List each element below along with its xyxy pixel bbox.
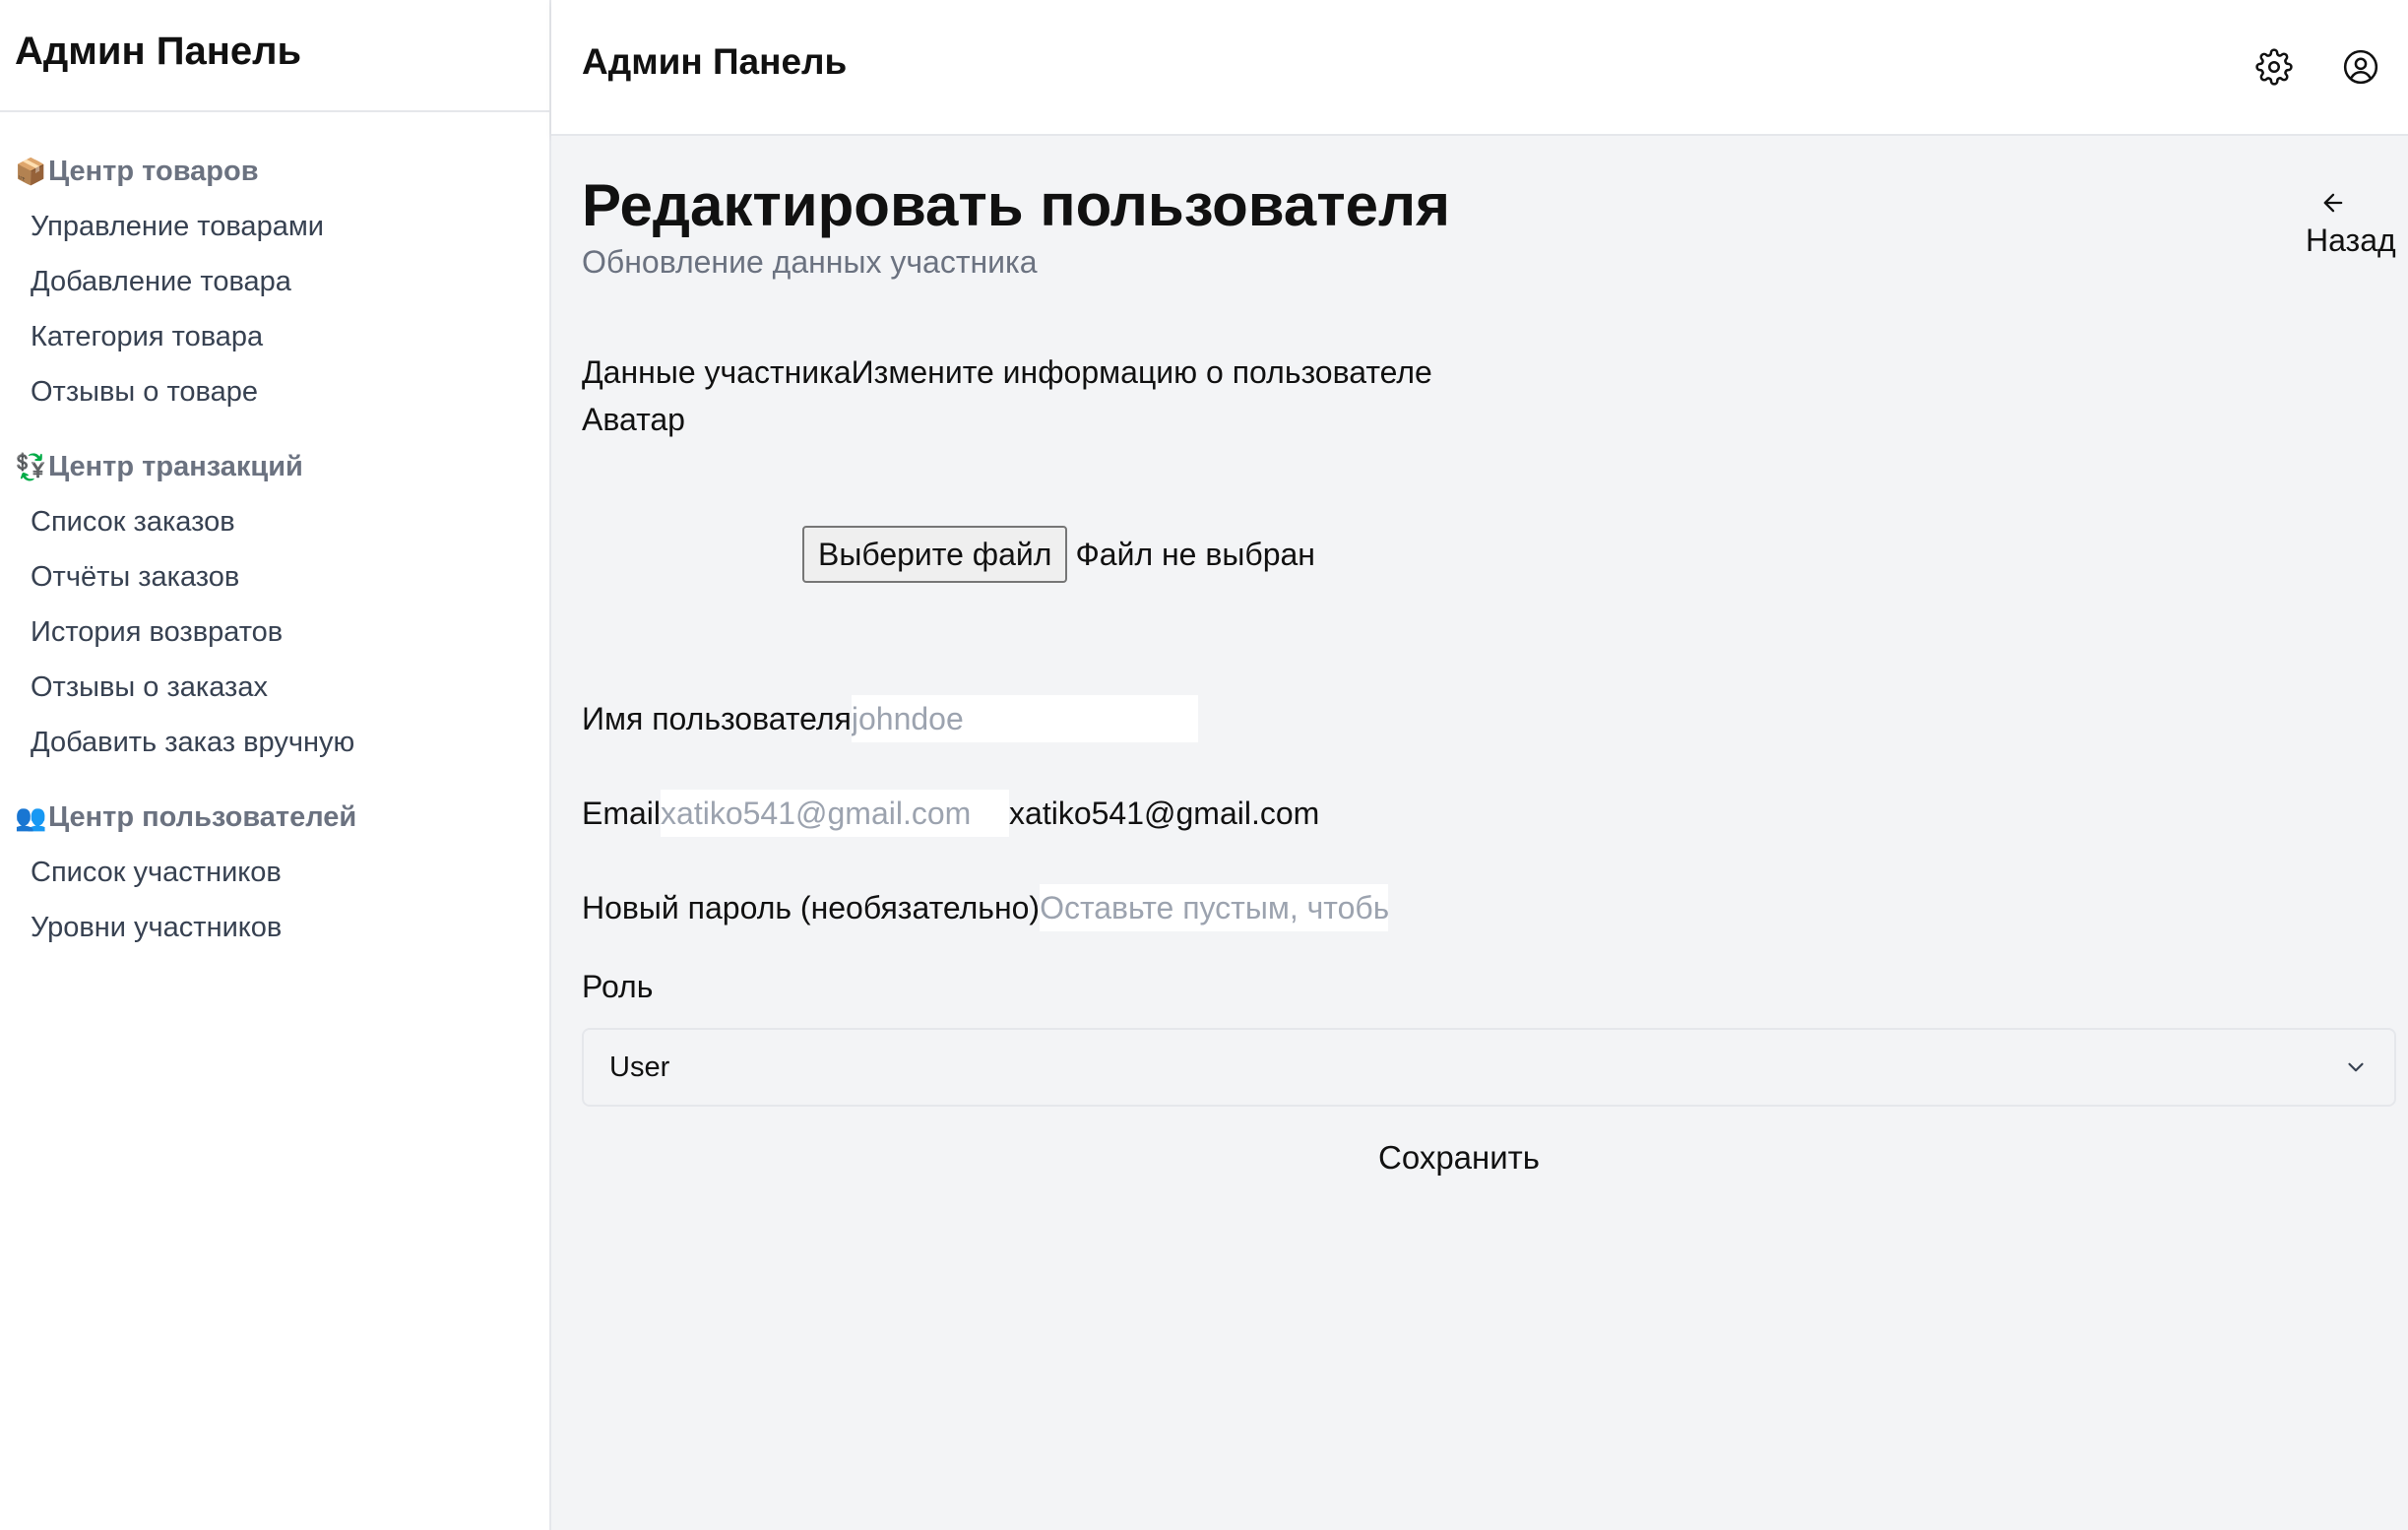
sidebar-item-order-reviews[interactable]: Отзывы о заказах xyxy=(0,660,549,715)
role-selected-value: User xyxy=(609,1051,670,1083)
sidebar-item-order-reports[interactable]: Отчёты заказов xyxy=(0,549,549,605)
role-select[interactable]: User xyxy=(582,1028,2396,1107)
nav-group-header-transactions: 💱 Центр транзакций xyxy=(0,439,549,494)
nav-group-label: Центр товаров xyxy=(48,155,259,187)
top-header: Админ Панель xyxy=(551,0,2408,136)
sidebar-title: Админ Панель xyxy=(15,30,302,73)
password-input[interactable] xyxy=(1040,884,1389,931)
sidebar-item-add-product[interactable]: Добавление товара xyxy=(0,254,549,309)
form-section-header: Данные участникаИзмените информацию о по… xyxy=(582,354,1432,391)
nav-group-label: Центр транзакций xyxy=(48,450,303,482)
section-title: Данные участника xyxy=(582,354,852,390)
sidebar-item-order-list[interactable]: Список заказов xyxy=(0,494,549,549)
page-subtitle: Обновление данных участника xyxy=(582,244,1038,280)
sidebar-item-add-order-manually[interactable]: Добавить заказ вручную xyxy=(0,715,549,770)
email-row: Email xatiko541@gmail.com xyxy=(582,790,1319,837)
avatar-label: Аватар xyxy=(582,402,685,437)
file-status: Файл не выбран xyxy=(1075,536,1315,572)
sidebar-item-member-list[interactable]: Список участников xyxy=(0,845,549,900)
arrow-left-icon xyxy=(2323,193,2343,213)
avatar-file-input: Выберите файл Файл не выбран xyxy=(802,526,1315,583)
back-button[interactable]: Назад xyxy=(2306,189,2408,259)
back-label: Назад xyxy=(2306,223,2396,258)
sidebar-item-return-history[interactable]: История возвратов xyxy=(0,605,549,660)
username-label: Имя пользователя xyxy=(582,700,852,736)
save-button[interactable]: Сохранить xyxy=(1378,1130,1540,1185)
nav-group-header-products: 📦 Центр товаров xyxy=(0,144,549,199)
gear-icon xyxy=(2255,48,2293,86)
sidebar-header: Админ Панель xyxy=(0,0,549,112)
password-label: Новый пароль (необязательно) xyxy=(582,889,1041,925)
account-button[interactable] xyxy=(2339,45,2382,89)
choose-file-button[interactable]: Выберите файл xyxy=(802,526,1068,583)
section-description: Измените информацию о пользователе xyxy=(851,354,1432,390)
username-input[interactable] xyxy=(851,695,1198,742)
currency-exchange-icon: 💱 xyxy=(15,451,47,481)
sidebar-item-member-levels[interactable]: Уровни участников xyxy=(0,900,549,955)
nav-group-header-users: 👥 Центр пользователей xyxy=(0,790,549,845)
nav-group-users: 👥 Центр пользователей Список участников … xyxy=(0,790,549,955)
sidebar-nav: 📦 Центр товаров Управление товарами Доба… xyxy=(0,112,549,955)
admin-app: Админ Панель 📦 Центр товаров Управление … xyxy=(0,0,2408,1530)
sidebar: Админ Панель 📦 Центр товаров Управление … xyxy=(0,0,551,1530)
chevron-down-icon xyxy=(2348,1062,2364,1072)
username-row: Имя пользователя xyxy=(582,695,1198,742)
email-input[interactable] xyxy=(661,790,1010,837)
email-label: Email xyxy=(582,795,662,831)
sidebar-item-product-category[interactable]: Категория товара xyxy=(0,309,549,364)
main-content: Редактировать пользователя Обновление да… xyxy=(551,136,2408,1530)
sidebar-item-product-reviews[interactable]: Отзывы о товаре xyxy=(0,364,549,419)
current-email-text: xatiko541@gmail.com xyxy=(1009,795,1320,831)
package-icon: 📦 xyxy=(15,156,47,186)
role-label: Роль xyxy=(582,969,654,1004)
sidebar-item-product-management[interactable]: Управление товарами xyxy=(0,199,549,254)
password-row: Новый пароль (необязательно) xyxy=(582,884,1389,931)
page-title: Редактировать пользователя xyxy=(582,172,1451,238)
nav-group-transactions: 💱 Центр транзакций Список заказов Отчёты… xyxy=(0,439,549,770)
nav-group-label: Центр пользователей xyxy=(48,800,357,833)
header-title: Админ Панель xyxy=(582,41,848,82)
nav-group-products: 📦 Центр товаров Управление товарами Доба… xyxy=(0,144,549,419)
user-circle-icon xyxy=(2343,49,2378,85)
settings-button[interactable] xyxy=(2252,45,2296,89)
users-icon: 👥 xyxy=(15,801,47,832)
